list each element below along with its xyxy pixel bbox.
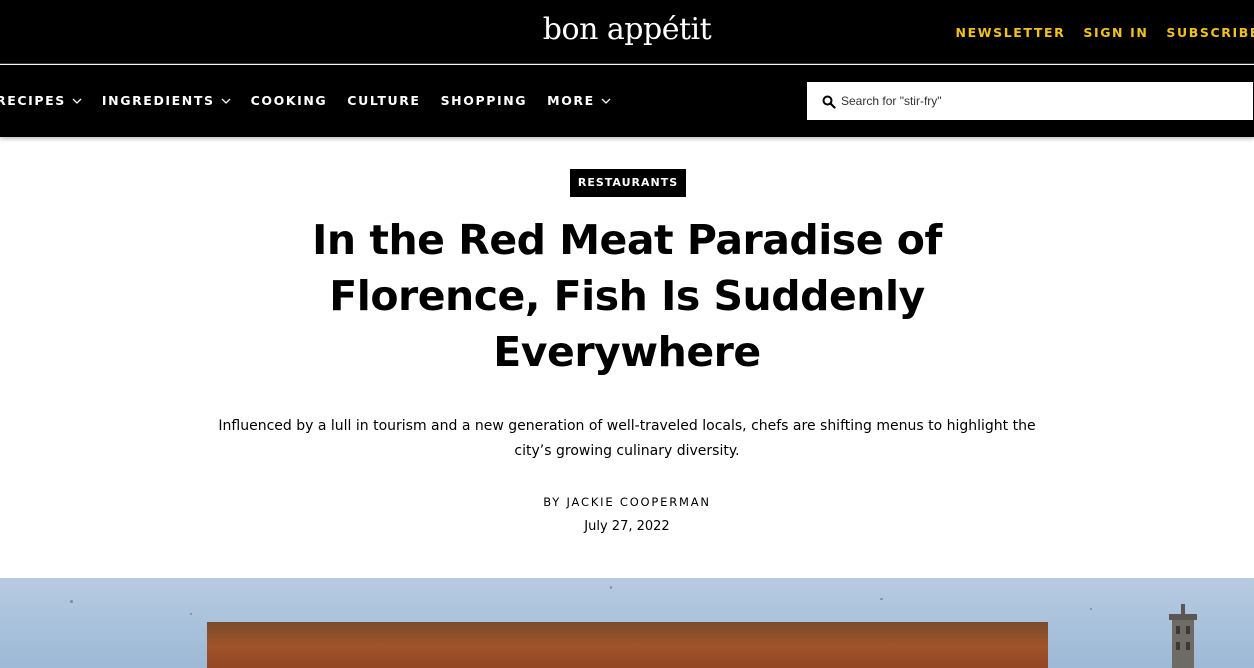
- top-header: bon appétit NEWSLETTER SIGN IN SUBSCRIBE: [0, 0, 1254, 64]
- byline-prefix: BY: [543, 495, 567, 509]
- account-links: NEWSLETTER SIGN IN SUBSCRIBE: [956, 25, 1254, 40]
- byline: BY JACKIE COOPERMAN: [0, 495, 1254, 509]
- tower-illustration: [1169, 604, 1197, 668]
- nav-item-label: MORE: [547, 93, 595, 108]
- hero-image: [0, 578, 1254, 668]
- article-dek: Influenced by a lull in tourism and a ne…: [218, 418, 1036, 459]
- chevron-down-icon: [601, 96, 611, 106]
- nav-item-label: CULTURE: [347, 93, 421, 108]
- sign-in-link[interactable]: SIGN IN: [1083, 25, 1148, 40]
- nav-menu: RECIPES INGREDIENTS COOKING CULTURE SHOP…: [0, 93, 611, 108]
- texture-speck: [190, 613, 192, 615]
- nav-item-label: COOKING: [250, 93, 328, 108]
- category-rubric-badge[interactable]: RESTAURANTS: [570, 169, 686, 197]
- nav-item-label: RECIPES: [0, 93, 66, 108]
- subscribe-link[interactable]: SUBSCRIBE: [1166, 25, 1254, 40]
- newsletter-link[interactable]: NEWSLETTER: [956, 25, 1066, 40]
- article-headline: In the Red Meat Paradise of Florence, Fi…: [312, 216, 942, 376]
- nav-item-culture[interactable]: CULTURE: [347, 93, 420, 108]
- nav-item-label: SHOPPING: [440, 93, 528, 108]
- search-input[interactable]: [841, 82, 1241, 120]
- publish-date: July 27, 2022: [584, 519, 670, 534]
- nav-item-label: INGREDIENTS: [101, 93, 215, 108]
- painting-panel: [207, 622, 1048, 668]
- main-nav: RECIPES INGREDIENTS COOKING CULTURE SHOP…: [0, 65, 1254, 137]
- author-link[interactable]: JACKIE COOPERMAN: [567, 495, 711, 509]
- nav-item-cooking[interactable]: COOKING: [251, 93, 328, 108]
- texture-speck: [610, 586, 612, 589]
- nav-item-recipes[interactable]: RECIPES: [0, 93, 82, 108]
- texture-speck: [880, 598, 883, 600]
- search-icon: [822, 94, 836, 109]
- nav-item-more[interactable]: MORE: [547, 93, 611, 108]
- chevron-down-icon: [72, 96, 82, 106]
- nav-item-ingredients[interactable]: INGREDIENTS: [102, 93, 231, 108]
- texture-speck: [1090, 608, 1092, 610]
- texture-speck: [70, 600, 73, 603]
- nav-item-shopping[interactable]: SHOPPING: [441, 93, 528, 108]
- search-bar: [807, 82, 1253, 120]
- chevron-down-icon: [221, 96, 231, 106]
